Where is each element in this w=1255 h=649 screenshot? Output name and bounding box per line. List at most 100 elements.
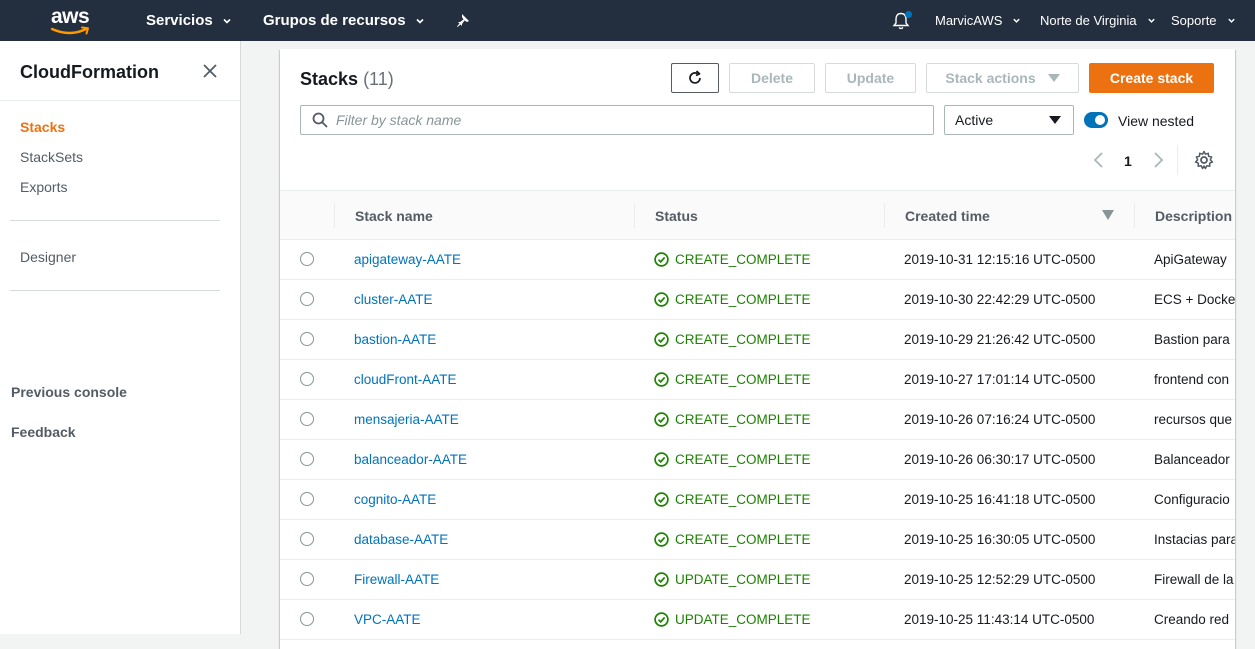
row-radio[interactable]	[300, 292, 314, 306]
notification-dot	[905, 11, 912, 18]
row-radio[interactable]	[300, 412, 314, 426]
created-time: 2019-10-25 16:41:18 UTC-0500	[904, 492, 1096, 507]
stacks-panel: Stacks (11) Delete Update Stack actions …	[280, 49, 1235, 649]
chevron-right-icon[interactable]	[1151, 151, 1165, 169]
row-radio[interactable]	[300, 332, 314, 346]
stack-status-text: CREATE_COMPLETE	[675, 292, 811, 307]
account-label: MarvicAWS	[935, 13, 1003, 28]
services-label: Servicios	[146, 12, 213, 29]
caret-down-icon	[1047, 74, 1060, 82]
sidebar: CloudFormation Stacks StackSets Exports …	[0, 41, 241, 634]
table-row[interactable]: mensajeria-AATE CREATE_COMPLETE 2019-10-…	[280, 400, 1235, 440]
update-button[interactable]: Update	[825, 63, 916, 93]
services-menu[interactable]: Servicios	[146, 0, 232, 41]
created-time: 2019-10-25 11:43:14 UTC-0500	[904, 612, 1095, 627]
chevron-down-icon	[1147, 18, 1155, 23]
search-input[interactable]	[336, 112, 916, 128]
column-header-created-time[interactable]: Created time	[905, 191, 990, 240]
previous-console-link[interactable]: Previous console	[11, 384, 127, 400]
stack-name-link[interactable]: apigateway-AATE	[354, 252, 461, 267]
created-time: 2019-10-31 12:15:16 UTC-0500	[904, 252, 1096, 267]
stack-name-link[interactable]: cluster-AATE	[354, 292, 433, 307]
sidebar-item-stacksets[interactable]: StackSets	[20, 149, 83, 165]
table-row[interactable]: cognito-AATE CREATE_COMPLETE 2019-10-25 …	[280, 480, 1235, 520]
notifications-bell[interactable]	[891, 11, 912, 31]
table-row[interactable]: bastion-AATE CREATE_COMPLETE 2019-10-29 …	[280, 320, 1235, 360]
status-filter-select[interactable]: Active	[944, 105, 1074, 135]
column-header-description[interactable]: Description	[1155, 191, 1232, 240]
column-header-status[interactable]: Status	[655, 191, 698, 240]
stack-description: Bastion para	[1154, 332, 1230, 347]
stack-status-text: CREATE_COMPLETE	[675, 372, 811, 387]
feedback-link[interactable]: Feedback	[11, 424, 76, 440]
check-circle-icon	[654, 492, 669, 507]
stack-name-link[interactable]: cloudFront-AATE	[354, 372, 457, 387]
table-row[interactable]: database-AATE CREATE_COMPLETE 2019-10-25…	[280, 520, 1235, 560]
created-time: 2019-10-26 07:16:24 UTC-0500	[904, 412, 1096, 427]
caret-down-icon	[1049, 116, 1061, 124]
row-radio[interactable]	[300, 612, 314, 626]
support-menu[interactable]: Soporte	[1171, 0, 1236, 41]
stack-name-link[interactable]: VPC-AATE	[354, 612, 421, 627]
pin-icon[interactable]	[456, 13, 471, 28]
stack-name-link[interactable]: cognito-AATE	[354, 492, 436, 507]
sidebar-item-stacks[interactable]: Stacks	[20, 119, 65, 135]
stack-status-text: CREATE_COMPLETE	[675, 252, 811, 267]
aws-logo[interactable]: aws	[48, 5, 94, 36]
stack-description: Firewall de la	[1154, 572, 1234, 587]
resource-groups-menu[interactable]: Grupos de recursos	[263, 0, 425, 41]
stack-actions-button[interactable]: Stack actions	[926, 63, 1079, 93]
check-circle-icon	[654, 452, 669, 467]
stack-status: CREATE_COMPLETE	[654, 452, 811, 467]
table-row[interactable]: cluster-AATE CREATE_COMPLETE 2019-10-30 …	[280, 280, 1235, 320]
view-nested-toggle[interactable]	[1084, 112, 1108, 128]
region-menu[interactable]: Norte de Virginia	[1040, 0, 1156, 41]
close-icon[interactable]	[201, 62, 219, 80]
stack-status-text: CREATE_COMPLETE	[675, 412, 811, 427]
column-header-stack-name[interactable]: Stack name	[355, 191, 433, 240]
column-divider	[334, 203, 335, 228]
sidebar-item-designer[interactable]: Designer	[20, 249, 76, 265]
stack-name-link[interactable]: mensajeria-AATE	[354, 412, 459, 427]
table-row[interactable]: cloudFront-AATE CREATE_COMPLETE 2019-10-…	[280, 360, 1235, 400]
row-radio[interactable]	[300, 492, 314, 506]
stack-filter[interactable]	[300, 105, 934, 135]
refresh-button[interactable]	[671, 63, 719, 93]
row-radio[interactable]	[300, 452, 314, 466]
row-radio[interactable]	[300, 532, 314, 546]
refresh-icon	[689, 70, 701, 84]
stack-description: Balanceador	[1154, 452, 1230, 467]
sort-descending-icon[interactable]	[1102, 210, 1114, 220]
delete-button[interactable]: Delete	[729, 63, 815, 93]
created-time: 2019-10-30 22:42:29 UTC-0500	[904, 292, 1096, 307]
row-radio[interactable]	[300, 372, 314, 386]
stack-name-link[interactable]: Firewall-AATE	[354, 572, 439, 587]
table-row[interactable]: Firewall-AATE UPDATE_COMPLETE 2019-10-25…	[280, 560, 1235, 600]
check-circle-icon	[654, 252, 669, 267]
stack-status: CREATE_COMPLETE	[654, 292, 811, 307]
created-time: 2019-10-25 16:30:05 UTC-0500	[904, 532, 1096, 547]
row-radio[interactable]	[300, 572, 314, 586]
stack-name-link[interactable]: balanceador-AATE	[354, 452, 467, 467]
row-radio[interactable]	[300, 252, 314, 266]
chevron-down-icon	[223, 18, 231, 24]
stack-description: Instacias para	[1154, 532, 1235, 547]
stack-status: CREATE_COMPLETE	[654, 372, 811, 387]
table-row[interactable]: VPC-AATE UPDATE_COMPLETE 2019-10-25 11:4…	[280, 600, 1235, 640]
create-stack-button[interactable]: Create stack	[1089, 63, 1214, 93]
stack-actions-label: Stack actions	[945, 70, 1036, 86]
check-circle-icon	[654, 332, 669, 347]
chevron-left-icon[interactable]	[1092, 151, 1106, 169]
stack-name-link[interactable]: database-AATE	[354, 532, 448, 547]
chevron-down-icon	[415, 18, 424, 24]
table-row[interactable]: balanceador-AATE CREATE_COMPLETE 2019-10…	[280, 440, 1235, 480]
view-nested-label: View nested	[1118, 113, 1195, 129]
sidebar-item-exports[interactable]: Exports	[20, 179, 67, 195]
page-title: Stacks (11)	[300, 69, 394, 90]
gear-icon[interactable]	[1194, 150, 1214, 170]
table-row[interactable]: apigateway-AATE CREATE_COMPLETE 2019-10-…	[280, 240, 1235, 280]
stack-status-text: CREATE_COMPLETE	[675, 532, 811, 547]
stack-name-link[interactable]: bastion-AATE	[354, 332, 436, 347]
page-number[interactable]: 1	[1124, 153, 1132, 169]
account-menu[interactable]: MarvicAWS	[935, 0, 1021, 41]
